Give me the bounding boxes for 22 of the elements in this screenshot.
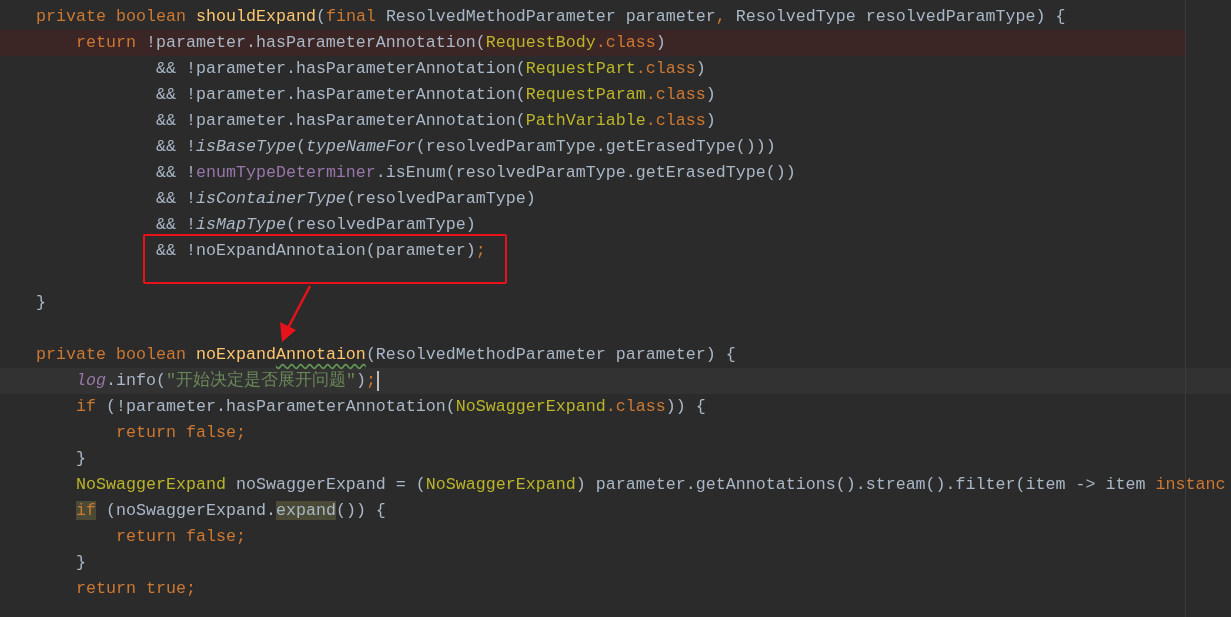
- code-line: return !parameter.hasParameterAnnotation(RequestBody.class): [75, 32, 666, 54]
- code-line: log.info("开始决定是否展开问题");: [75, 369, 376, 392]
- code-line: }: [75, 552, 86, 574]
- code-line: && !parameter.hasParameterAnnotation(RequestParam.class): [154, 84, 716, 106]
- code-line: if (!parameter.hasParameterAnnotation(NoSwaggerExpand.class)) {: [75, 396, 706, 418]
- code-line: && !isMapType(resolvedParamType): [154, 214, 476, 236]
- code-line: return false;: [114, 422, 246, 444]
- code-line: && !noExpandAnnotaion(parameter);: [154, 240, 486, 262]
- code-line: return true;: [75, 578, 196, 600]
- code-line: private boolean noExpandAnnotaion(ResolvedMethodParameter parameter) {: [36, 344, 736, 366]
- text-cursor: [376, 371, 379, 391]
- code-line: && !enumTypeDeterminer.isEnum(resolvedParamType.getErasedType()): [154, 162, 796, 184]
- code-line: private boolean shouldExpand(final ResolvedMethodParameter parameter, ResolvedType resolvedParamType) {: [36, 6, 1066, 28]
- code-line: }: [36, 292, 46, 314]
- code-line: && !isBaseType(typeNameFor(resolvedParamType.getErasedType())): [154, 136, 776, 158]
- code-line: }: [75, 448, 86, 470]
- code-line: && !parameter.hasParameterAnnotation(RequestPart.class): [154, 58, 706, 80]
- code-line: NoSwaggerExpand noSwaggerExpand = (NoSwaggerExpand) parameter.getAnnotations().stream().filter(item -> item instanc: [75, 474, 1226, 496]
- code-line: if (noSwaggerExpand.expand()) {: [74, 500, 386, 522]
- code-line: && !parameter.hasParameterAnnotation(PathVariable.class): [154, 110, 716, 132]
- code-line: return false;: [114, 526, 246, 548]
- code-line: && !isContainerType(resolvedParamType): [154, 188, 536, 210]
